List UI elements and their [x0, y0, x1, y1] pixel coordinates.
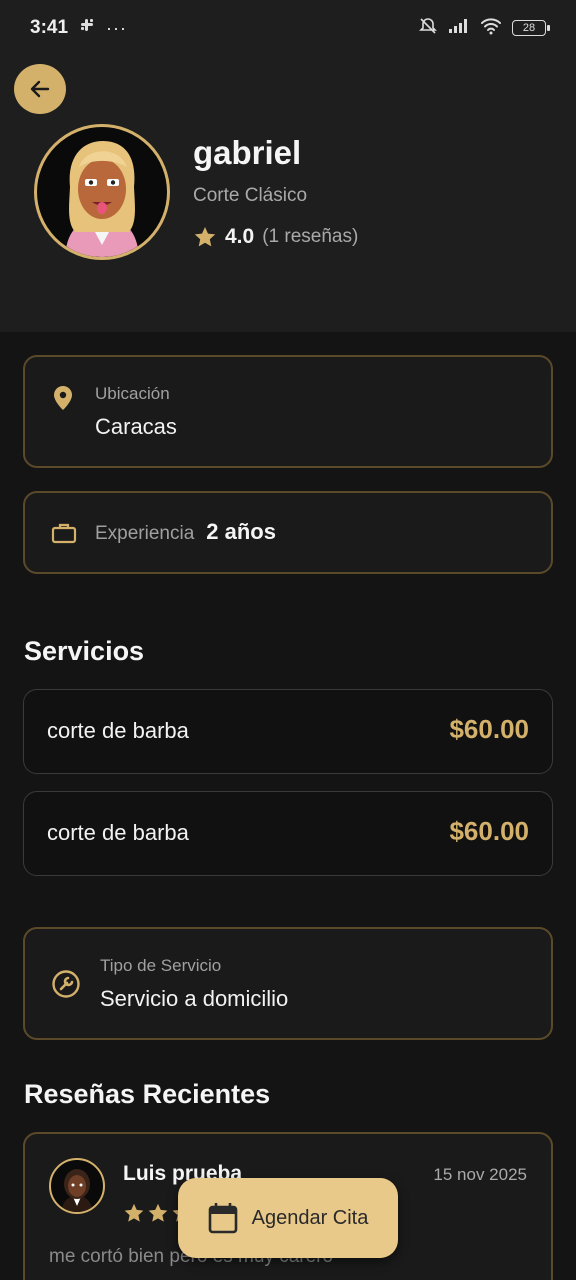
wrench-icon: [52, 970, 80, 998]
more-notifications-icon: ···: [106, 17, 128, 38]
avatar: [34, 124, 170, 260]
profile-rating: 4.0 (1 reseñas): [193, 225, 358, 249]
rating-score: 4.0: [225, 225, 255, 248]
slack-icon: [78, 16, 96, 40]
profile-name: gabriel: [193, 134, 302, 171]
star-icon: [148, 1203, 168, 1222]
star-icon: [194, 227, 216, 247]
service-type-value: Servicio a domicilio: [100, 986, 289, 1011]
battery-icon: 28: [512, 20, 550, 36]
star-icon: [124, 1203, 144, 1222]
location-pin-icon: [54, 386, 72, 410]
reviews-title: Reseñas Recientes: [24, 1079, 271, 1109]
calendar-icon: [208, 1203, 237, 1234]
briefcase-icon: [51, 523, 77, 544]
status-bar: 3:41 ··· 28: [0, 0, 576, 56]
service-name: corte de barba: [47, 718, 189, 743]
book-appointment-button[interactable]: Agendar Cita: [178, 1178, 398, 1258]
service-type-label: Tipo de Servicio: [100, 956, 222, 975]
service-type-card: Tipo de Servicio Servicio a domicilio: [23, 927, 553, 1040]
book-appointment-label: Agendar Cita: [251, 1206, 369, 1229]
experience-label: Experiencia: [95, 523, 195, 544]
review-date: 15 nov 2025: [433, 1165, 527, 1184]
service-item[interactable]: corte de barba $60.00: [23, 689, 553, 774]
experience-value: 2 años: [206, 519, 276, 544]
service-price: $60.00: [449, 714, 529, 744]
profile-specialty: Corte Clásico: [193, 185, 308, 206]
location-value: Caracas: [95, 414, 177, 439]
service-name: corte de barba: [47, 820, 189, 845]
reviewer-avatar: [49, 1158, 105, 1214]
rating-count: (1 reseñas): [262, 226, 359, 247]
services-title: Servicios: [24, 636, 145, 666]
wifi-icon: [480, 17, 502, 40]
muted-bell-icon: [418, 16, 438, 41]
experience-card: Experiencia 2 años: [23, 491, 553, 574]
service-item[interactable]: corte de barba $60.00: [23, 791, 553, 876]
status-time: 3:41: [30, 17, 69, 38]
service-price: $60.00: [449, 816, 529, 846]
back-button[interactable]: [14, 64, 66, 114]
location-card: Ubicación Caracas: [23, 355, 553, 468]
signal-icon: [448, 18, 470, 39]
arrow-left-icon: [30, 80, 50, 98]
battery-level: 28: [522, 22, 536, 34]
location-label: Ubicación: [95, 384, 170, 403]
